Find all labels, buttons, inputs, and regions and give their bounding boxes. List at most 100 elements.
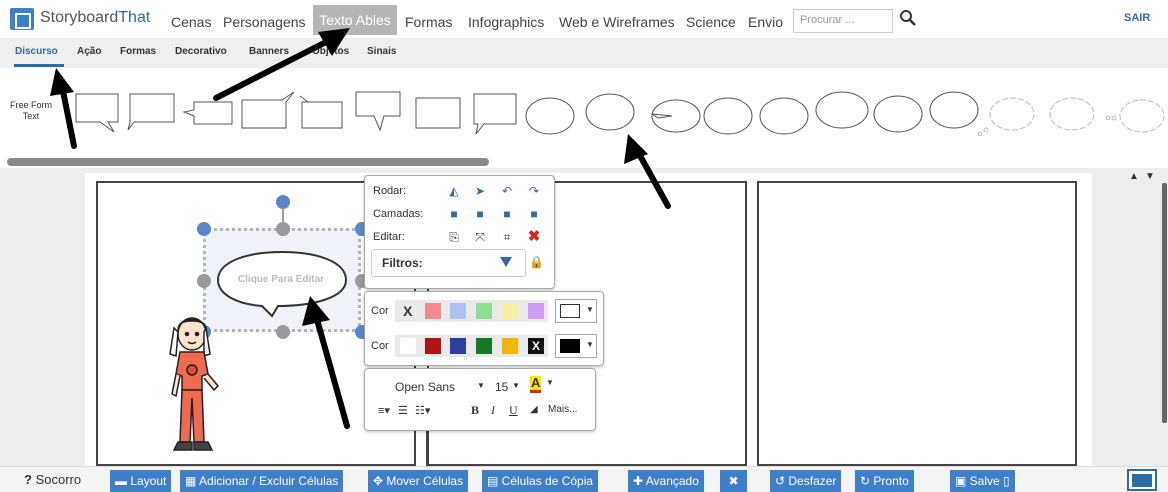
bubble-text[interactable]: Clique Para Editar [222,274,340,285]
swatch-outline-2[interactable] [425,338,441,354]
undo-button[interactable]: ↺ Desfazer [770,470,842,492]
free-form-text-item[interactable]: Free Form Text [10,100,52,122]
nav-envio[interactable]: Envio [745,10,786,34]
send-backward-icon[interactable]: ■ [500,207,514,221]
copy-cells-button[interactable]: ▤ Células de Cópia [482,470,599,492]
crop-icon[interactable]: ⌗ [500,230,514,244]
swatch-fill-3[interactable] [476,303,492,319]
resize-handle-top-left[interactable] [197,222,211,236]
nav-web-wireframes[interactable]: Web e Wireframes [556,10,678,34]
font-size-caret-icon[interactable]: ▼ [512,381,520,390]
flip-vertical-icon[interactable]: ➤ [473,184,487,198]
resize-icon[interactable]: ⤧ [473,230,487,244]
thought-bubble-3 [1119,99,1165,133]
bring-to-front-icon[interactable]: ■ [447,207,461,221]
bubble-oval-5 [759,97,809,135]
rotate-left-icon[interactable]: ↶ [500,184,514,198]
underline-icon[interactable]: U [509,403,518,418]
subnav-banners[interactable]: Banners [249,46,289,57]
bring-forward-icon[interactable]: ■ [473,207,487,221]
swatch-outline-5[interactable] [502,338,518,354]
advanced-button[interactable]: ✚ Avançado [628,470,704,492]
no-color-fill-icon[interactable]: X [403,303,412,319]
caret-down-icon: ▼ [586,305,594,314]
chevron-down-icon[interactable] [500,257,512,267]
text-color-icon[interactable]: A [530,376,542,393]
scroll-down-icon[interactable]: ▼ [1145,171,1155,182]
swatch-fill-2[interactable] [450,303,466,319]
layout-toggle-icon[interactable] [1127,469,1157,491]
swatch-outline-4[interactable] [476,338,492,354]
subnav-decorativo[interactable]: Decorativo [175,46,227,57]
nav-infographics[interactable]: Infographics [465,10,547,34]
numbered-list-icon[interactable]: ☷▾ [415,404,430,417]
bubble-oval-2 [585,93,635,131]
delete-icon[interactable]: ✖ [527,229,541,244]
help-icon: ? [24,472,32,487]
resize-handle-bottom[interactable] [276,325,290,339]
color-row-outline [395,335,548,357]
bullet-list-icon[interactable]: ☰ [398,404,408,417]
redo-button[interactable]: ↻ Pronto [855,470,914,492]
swatch-outline-6[interactable]: X [528,338,544,354]
save-button[interactable]: ▣ Salve ▯ [950,470,1015,492]
bubble-rect-1 [75,93,119,133]
nav-formas[interactable]: Formas [402,10,455,34]
search-icon[interactable] [898,8,918,28]
send-to-back-icon[interactable]: ■ [527,207,541,221]
app-logo-text[interactable]: StoryboardThat [40,9,150,27]
storyboard-cell-3[interactable] [757,181,1077,466]
add-remove-cells-button[interactable]: ▦ Adicionar / Excluir Células [180,470,344,492]
nav-personagens[interactable]: Personagens [220,10,309,34]
search-input[interactable]: Procurar ... [793,9,893,33]
nav-science[interactable]: Science [683,10,739,34]
italic-icon[interactable]: I [491,403,495,418]
outline-color-picker[interactable]: ▼ [555,334,597,358]
eraser-icon[interactable]: ◢ [530,404,538,415]
text-color-caret-icon[interactable]: ▼ [546,378,554,387]
align-icon[interactable]: ≡▾ [378,404,390,417]
speech-bubble-palette[interactable] [72,84,1168,144]
swatch-fill-4[interactable] [502,303,518,319]
scroll-up-icon[interactable]: ▲ [1129,171,1139,182]
more-options-link[interactable]: Mais... [548,404,577,415]
logout-link[interactable]: SAIR [1124,12,1150,24]
font-size-select[interactable]: 15 [495,380,508,394]
swatch-fill-5[interactable] [528,303,544,319]
copy-icon[interactable]: ⎘ [447,230,461,244]
bold-icon[interactable]: B [471,403,479,418]
nav-cenas[interactable]: Cenas [168,10,214,34]
bubble-rect-2 [127,93,175,131]
resize-handle-top[interactable] [276,222,290,236]
subnav-objetos[interactable]: Objetos [312,46,349,57]
flip-horizontal-icon[interactable]: ◭ [447,184,461,198]
bubble-rect-6 [355,91,401,132]
swatch-outline-3[interactable] [450,338,466,354]
layout-button[interactable]: ▬ Layout [110,470,172,492]
subnav-discurso[interactable]: Discurso [15,46,58,57]
color-label-outline: Cor [371,340,389,352]
font-family-select[interactable]: Open Sans [395,380,455,394]
swatch-fill-1[interactable] [425,303,441,319]
subnav-acao[interactable]: Ação [77,46,101,57]
storyboardthat-logo-icon[interactable] [10,8,34,30]
rotate-right-icon[interactable]: ↷ [527,184,541,198]
fill-color-picker[interactable]: ▼ [555,299,597,323]
palette-scrollbar[interactable] [7,158,489,166]
thought-bubble-1 [989,97,1035,131]
bubble-oval-6 [815,91,869,129]
rotate-handle[interactable] [276,195,290,209]
swatch-outline-1[interactable] [400,338,416,354]
font-family-caret-icon[interactable]: ▼ [477,381,485,390]
help-button[interactable]: ? Socorro [24,472,81,487]
move-cells-button[interactable]: ✥ Mover Células [368,470,469,492]
subnav-formas[interactable]: Formas [120,46,156,57]
canvas-vertical-scrollbar[interactable] [1162,183,1167,423]
girl-character[interactable] [160,312,230,458]
resize-handle-left[interactable] [197,274,211,288]
nav-texto-ables[interactable]: Texto Ables [313,5,397,35]
lock-icon[interactable]: 🔒 [529,255,544,269]
bubble-oval-7 [873,95,923,133]
fullscreen-icon[interactable]: ✖ [720,470,747,492]
subnav-sinais[interactable]: Sinais [367,46,396,57]
